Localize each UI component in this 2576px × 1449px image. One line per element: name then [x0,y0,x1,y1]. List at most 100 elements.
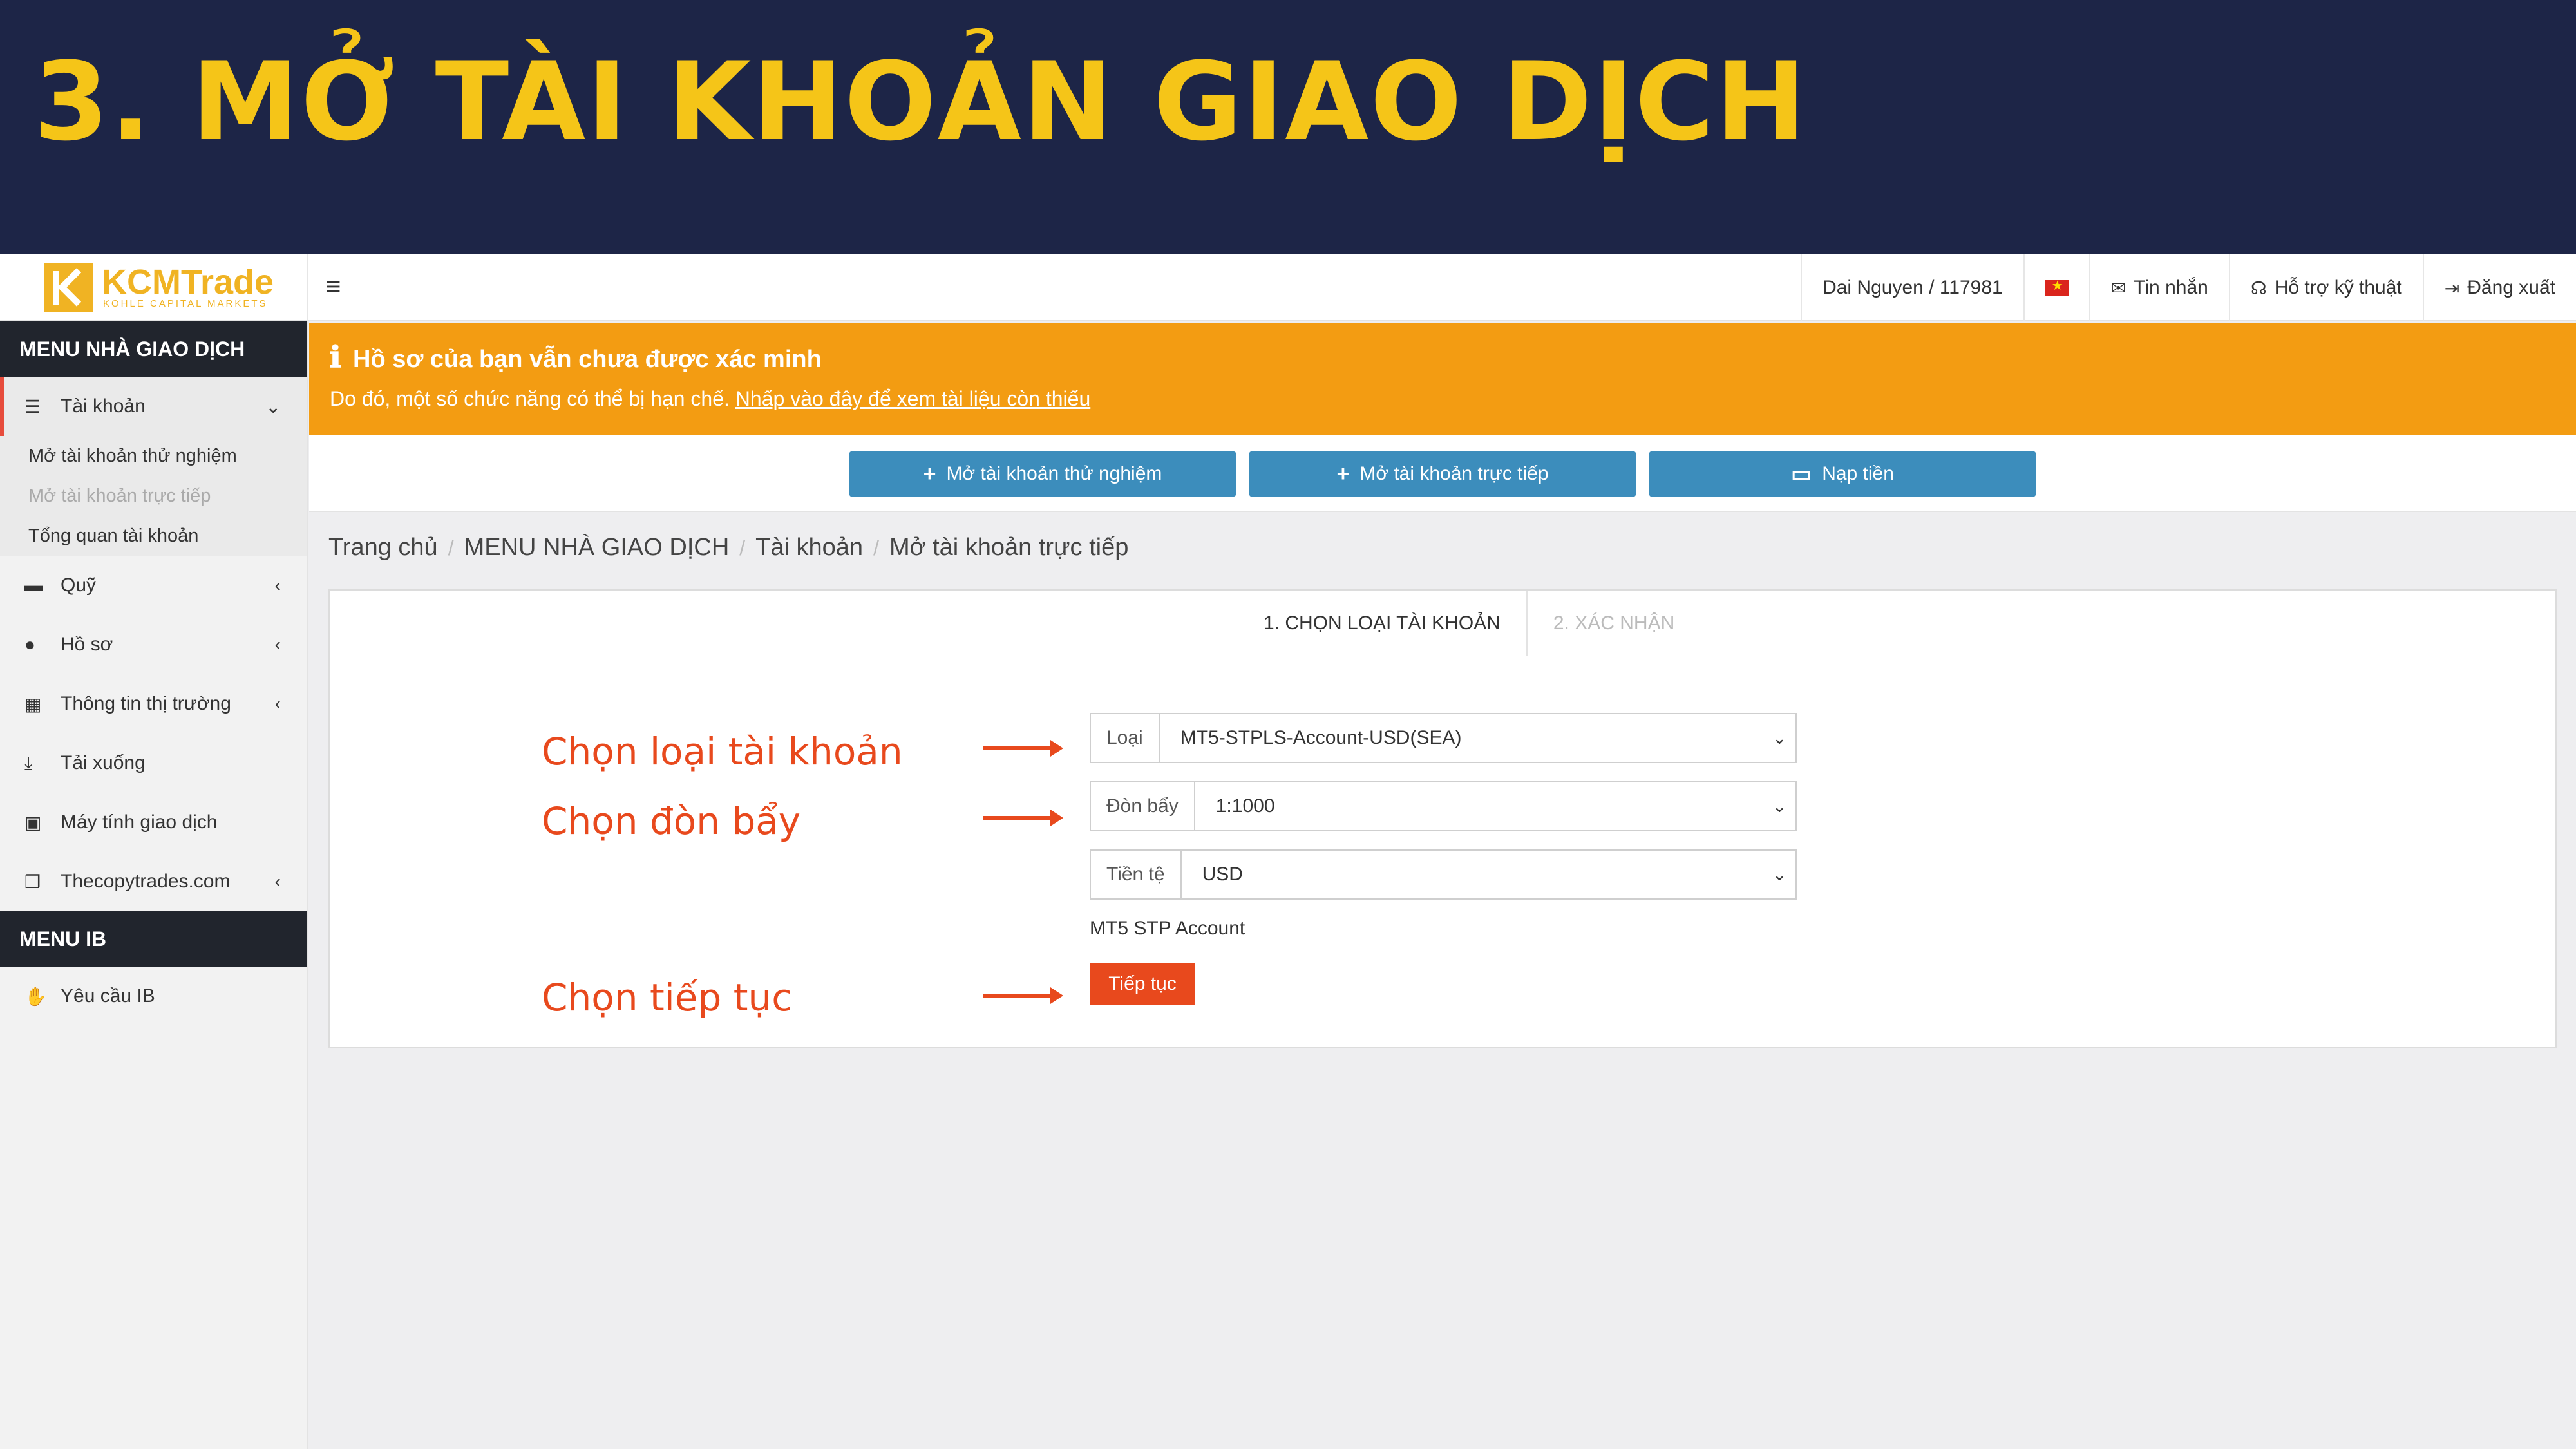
missing-documents-link[interactable]: Nhấp vào đây để xem tài liệu còn thiếu [735,387,1090,410]
sidebar-item-profile[interactable]: ● Hồ sơ ‹ [0,615,307,674]
leverage-value: 1:1000 ⌄ [1195,782,1795,830]
navbar-right: Dai Nguyen / 117981 ✉ Tin nhắn ☊ Hỗ trợ … [1801,254,2576,321]
chevron-left-icon: ‹ [274,694,281,714]
user-account[interactable]: Dai Nguyen / 117981 [1801,254,2023,321]
leverage-label: Đòn bẩy [1091,782,1195,830]
account-type-selected: MT5-STPLS-Account-USD(SEA) [1180,727,1462,748]
open-account-card: 1. CHỌN LOẠI TÀI KHOẢN 2. XÁC NHẬN Chọn … [328,589,2557,1048]
alert-title-text: Hồ sơ của bạn vẫn chưa được xác minh [353,346,822,373]
ib-menu-header: MENU IB [0,911,307,967]
sidebar-subitem-overview[interactable]: Tổng quan tài khoản [0,516,307,556]
sidebar-item-copytrades[interactable]: ❐ Thecopytrades.com ‹ [0,852,307,911]
currency-label: Tiền tệ [1091,851,1182,898]
logout-link[interactable]: ⇥ Đăng xuất [2422,254,2576,321]
breadcrumb: Trang chủ / MENU NHÀ GIAO DỊCH / Tài khoản / M… [328,534,1129,561]
language-selector[interactable] [2023,254,2089,321]
sidebar-item-funds[interactable]: ▬ Quỹ ‹ [0,556,307,615]
sidebar-subitem-open-demo[interactable]: Mở tài khoản thử nghiệm [0,436,307,476]
sidebar-item-label: Tài khoản [61,395,146,417]
sidebar-item-label: Thecopytrades.com [61,871,231,892]
button-label: Mở tài khoản thử nghiệm [946,463,1162,484]
currency-value: USD ⌄ [1182,851,1795,898]
logo-mark-icon [44,263,93,312]
account-type-value: MT5-STPLS-Account-USD(SEA) ⌄ [1160,714,1795,762]
user-icon: ● [24,634,35,654]
sidebar-item-calculator[interactable]: ▣ Máy tính giao dịch [0,793,307,852]
deposit-button[interactable]: ▭ Nạp tiền [1649,451,2036,497]
button-label: Nạp tiền [1822,463,1894,484]
annotation-choose-type: Chọn loại tài khoản [542,730,903,773]
sidebar: MENU NHÀ GIAO DỊCH ☰ Tài khoản ⌄ Mở tài … [0,321,308,1449]
chevron-down-icon: ⌄ [265,396,281,417]
vietnam-flag-icon [2045,278,2069,296]
button-label: Mở tài khoản trực tiếp [1359,463,1549,484]
sidebar-item-label: Thông tin thị trường [61,693,231,714]
currency-selected: USD [1202,864,1243,885]
alert-title: ℹ Hồ sơ của bạn vẫn chưa được xác minh [330,339,822,374]
arrow-right-icon [983,740,1063,757]
trader-menu-header: MENU NHÀ GIAO DỊCH [0,321,307,377]
user-name: Dai Nguyen / 117981 [1823,277,2003,298]
support-label: Hỗ trợ kỹ thuật [2274,277,2402,298]
app-window: KCMTrade KOHLE CAPITAL MARKETS ≡ Dai Ngu… [0,254,2576,1449]
sidebar-item-accounts[interactable]: ☰ Tài khoản ⌄ [0,377,307,436]
alert-text: Do đó, một số chức năng có thể bị hạn ch… [330,387,1090,411]
sidebar-item-label: Quỹ [61,574,97,596]
support-link[interactable]: ☊ Hỗ trợ kỹ thuật [2228,254,2423,321]
open-demo-account-button[interactable]: + Mở tài khoản thử nghiệm [849,451,1236,497]
logo-subtext: KOHLE CAPITAL MARKETS [103,298,268,309]
annotation-choose-continue: Chọn tiếp tục [542,976,793,1019]
verification-alert: ℹ Hồ sơ của bạn vẫn chưa được xác minh Do… [309,323,2576,435]
logo[interactable]: KCMTrade KOHLE CAPITAL MARKETS [0,254,308,321]
sidebar-item-label: Yêu cầu IB [61,985,155,1007]
annotation-choose-leverage: Chọn đòn bẩy [542,799,801,843]
chevron-left-icon: ‹ [274,634,281,654]
messages-link[interactable]: ✉ Tin nhắn [2088,254,2229,321]
headset-icon: ☊ [2250,278,2267,298]
account-type-note: MT5 STP Account [1090,918,1245,939]
chevron-left-icon: ‹ [274,575,281,595]
info-icon: ℹ [330,340,341,374]
open-live-account-button[interactable]: + Mở tài khoản trực tiếp [1249,451,1636,497]
sidebar-item-downloads[interactable]: ⤓ Tải xuống [0,734,307,793]
credit-card-icon: ▭ [1791,462,1812,486]
sidebar-subitem-open-live[interactable]: Mở tài khoản trực tiếp [0,476,307,516]
breadcrumb-current: Mở tài khoản trực tiếp [889,534,1129,561]
account-type-label: Loại [1091,714,1160,762]
action-bar: + Mở tài khoản thử nghiệm + Mở tài khoản… [309,435,2576,512]
chevron-down-icon: ⌄ [1772,796,1786,816]
hamburger-menu-icon[interactable]: ≡ [326,274,341,299]
wallet-icon: ▬ [24,575,43,595]
handshake-icon: ✋ [24,986,47,1007]
leverage-selected: 1:1000 [1215,795,1275,817]
chevron-down-icon: ⌄ [1772,864,1786,884]
top-navbar: KCMTrade KOHLE CAPITAL MARKETS ≡ Dai Ngu… [0,254,2576,321]
account-type-select[interactable]: Loại MT5-STPLS-Account-USD(SEA) ⌄ [1090,713,1797,763]
calculator-icon: ▣ [24,812,42,833]
breadcrumb-trader-menu[interactable]: MENU NHÀ GIAO DỊCH [464,534,730,561]
calendar-icon: ▦ [24,694,42,714]
sidebar-item-market-info[interactable]: ▦ Thông tin thị trường ‹ [0,674,307,734]
envelope-icon: ✉ [2110,278,2126,298]
chevron-left-icon: ‹ [274,871,281,891]
currency-select[interactable]: Tiền tệ USD ⌄ [1090,849,1797,900]
download-icon: ⤓ [24,752,33,773]
arrow-right-icon [983,987,1063,1004]
breadcrumb-accounts[interactable]: Tài khoản [755,534,863,561]
step-choose-type[interactable]: 1. CHỌN LOẠI TÀI KHOẢN [1238,612,1526,634]
step-confirm[interactable]: 2. XÁC NHẬN [1528,612,1700,634]
alert-message: Do đó, một số chức năng có thể bị hạn ch… [330,387,730,410]
leverage-select[interactable]: Đòn bẩy 1:1000 ⌄ [1090,781,1797,831]
breadcrumb-home[interactable]: Trang chủ [328,534,438,561]
plus-icon: + [923,461,936,486]
logout-label: Đăng xuất [2467,277,2555,298]
plus-icon: + [1336,461,1350,486]
sign-out-icon: ⇥ [2444,278,2460,298]
copy-icon: ❐ [24,871,41,892]
sidebar-item-label: Hồ sơ [61,634,113,655]
arrow-right-icon [983,810,1063,826]
messages-label: Tin nhắn [2134,277,2208,298]
continue-button[interactable]: Tiếp tục [1090,963,1195,1005]
sidebar-item-label: Tải xuống [61,752,146,773]
sidebar-item-ib-request[interactable]: ✋ Yêu cầu IB [0,967,307,1026]
